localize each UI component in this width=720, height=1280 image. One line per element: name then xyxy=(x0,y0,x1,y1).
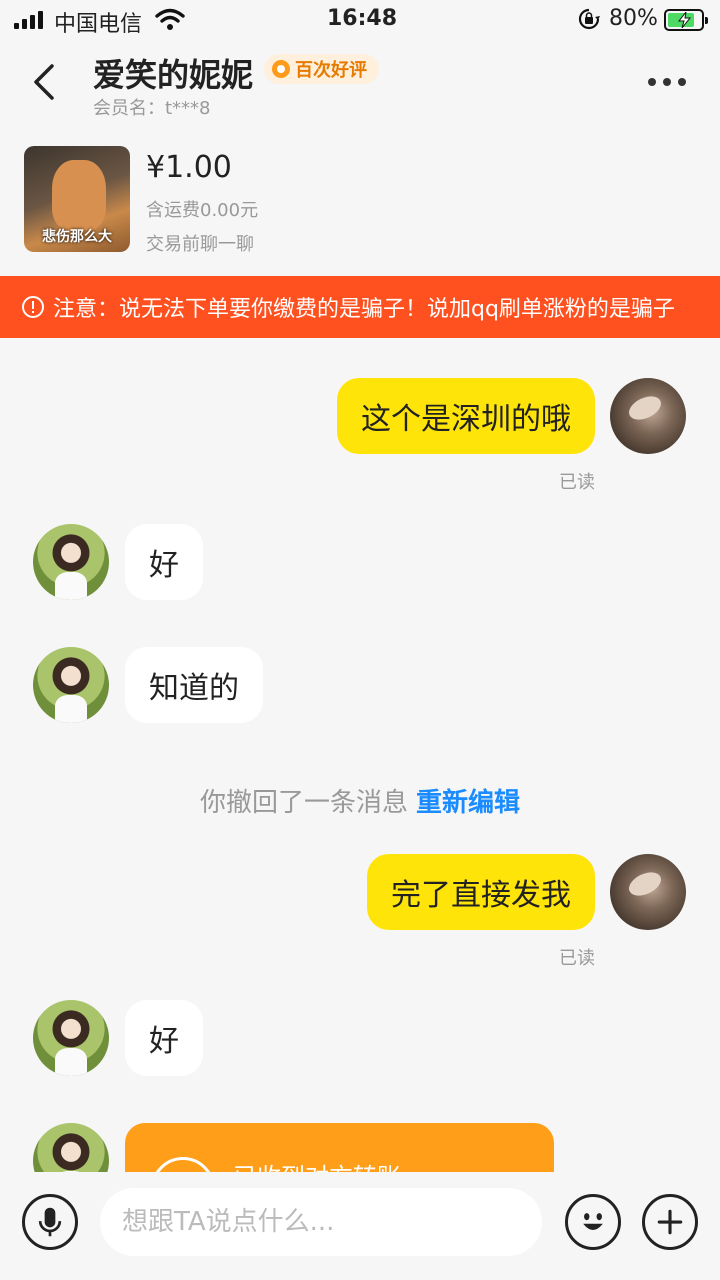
product-price: ¥1.00 xyxy=(146,150,232,185)
scam-warning-banner: 注意：说无法下单要你缴费的是骗子！说加qq刷单涨粉的是骗子 xyxy=(0,276,720,338)
message-input[interactable] xyxy=(122,1188,522,1256)
message-bubble-received[interactable]: 好 xyxy=(125,524,203,600)
contact-avatar[interactable] xyxy=(33,524,109,600)
shipping-info: 含运费0.00元 xyxy=(146,200,259,221)
microphone-icon[interactable] xyxy=(22,1194,78,1250)
my-avatar[interactable] xyxy=(610,854,686,930)
clock-time: 16:48 xyxy=(327,6,398,31)
status-bar: 中国电信 16:48 80% xyxy=(0,0,720,40)
message-bubble-received[interactable]: 知道的 xyxy=(125,647,263,723)
plus-icon[interactable] xyxy=(642,1194,698,1250)
battery-charging-icon xyxy=(664,9,708,31)
product-image[interactable]: 悲伤那么大 xyxy=(24,146,130,252)
transfer-icon xyxy=(151,1157,215,1172)
rating-badge: 百次好评 xyxy=(264,54,379,84)
product-image-caption: 悲伤那么大 xyxy=(42,229,112,245)
member-name: 会员名：t***8 xyxy=(93,98,211,119)
read-receipt: 已读 xyxy=(559,948,595,969)
message-bubble-sent[interactable]: 这个是深圳的哦 xyxy=(337,378,595,454)
back-arrow-icon[interactable] xyxy=(28,60,58,104)
recall-notice: 你撤回了一条消息 重新编辑 xyxy=(0,782,720,819)
badge-label: 百次好评 xyxy=(295,60,367,81)
signal-icon xyxy=(14,11,46,29)
medal-icon xyxy=(272,60,290,78)
message-input-box[interactable] xyxy=(100,1188,542,1256)
contact-avatar[interactable] xyxy=(33,647,109,723)
rotation-lock-icon xyxy=(578,8,600,30)
recall-text: 你撤回了一条消息 xyxy=(199,788,408,818)
message-list[interactable]: 这个是深圳的哦 已读 好 知道的 你撤回了一条消息 重新编辑 完了直接发我 已读 … xyxy=(0,338,720,1172)
chat-header: 爱笑的妮妮 百次好评 会员名：t***8 xyxy=(0,40,720,128)
my-avatar[interactable] xyxy=(610,378,686,454)
warning-text: 注意：说无法下单要你缴费的是骗子！说加qq刷单涨粉的是骗子 xyxy=(53,297,675,322)
re-edit-link[interactable]: 重新编辑 xyxy=(416,788,520,818)
transfer-card[interactable]: 已收到对方转账 xyxy=(125,1123,554,1172)
cat-figure xyxy=(52,160,106,230)
contact-avatar[interactable] xyxy=(33,1000,109,1076)
contact-name: 爱笑的妮妮 xyxy=(93,56,254,94)
input-bar xyxy=(0,1172,720,1280)
transfer-text: 已收到对方转账 xyxy=(233,1157,401,1172)
carrier-name: 中国电信 xyxy=(54,12,143,37)
message-bubble-sent[interactable]: 完了直接发我 xyxy=(367,854,595,930)
battery-percent: 80% xyxy=(609,6,658,31)
product-card[interactable]: 悲伤那么大 ¥1.00 含运费0.00元 交易前聊一聊 xyxy=(0,128,720,276)
wifi-icon xyxy=(155,8,185,30)
message-bubble-received[interactable]: 好 xyxy=(125,1000,203,1076)
emoji-icon[interactable] xyxy=(565,1194,621,1250)
chat-note: 交易前聊一聊 xyxy=(146,234,254,255)
more-options-icon[interactable] xyxy=(648,78,686,86)
warning-icon xyxy=(22,296,44,318)
read-receipt: 已读 xyxy=(559,472,595,493)
contact-avatar[interactable] xyxy=(33,1123,109,1172)
